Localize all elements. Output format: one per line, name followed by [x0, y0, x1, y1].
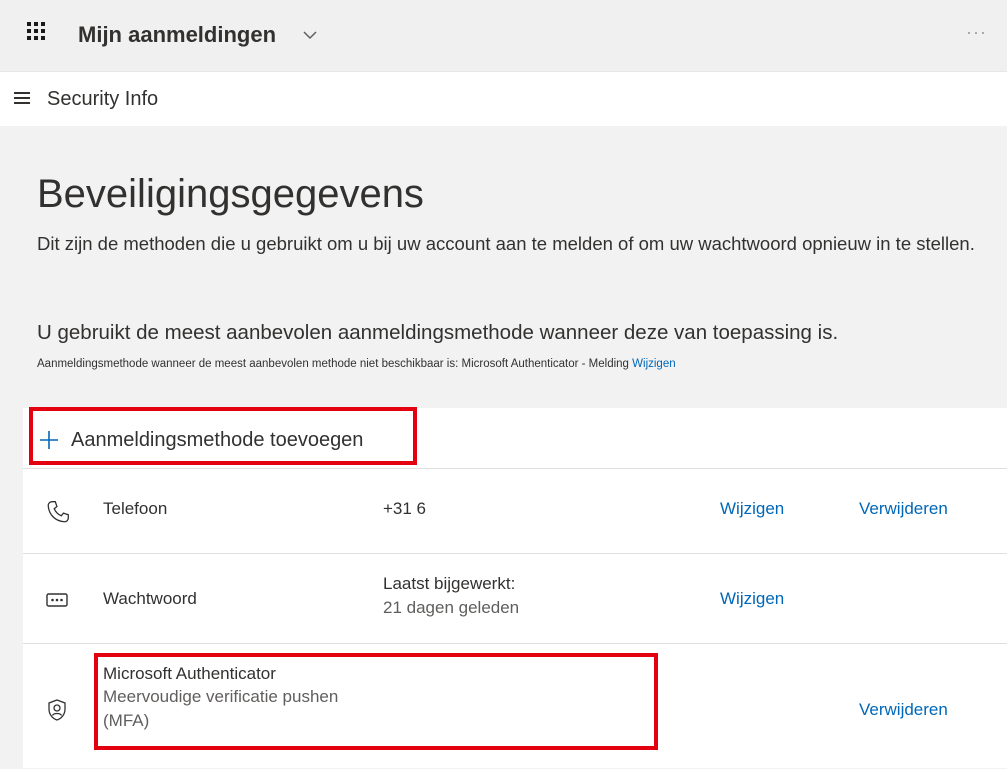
delete-phone-link[interactable]: Verwijderen	[859, 499, 948, 519]
change-phone-link[interactable]: Wijzigen	[720, 499, 784, 519]
method-row-phone: Telefoon +31 6 Wijzigen Verwijderen	[23, 468, 1007, 554]
method-name: Microsoft Authenticator	[103, 664, 276, 683]
app-launcher-icon[interactable]	[27, 22, 47, 42]
method-row-authenticator: Microsoft Authenticator Meervoudige veri…	[23, 643, 1007, 769]
last-updated-label: Laatst bijgewerkt:	[383, 574, 516, 593]
delete-authenticator-link[interactable]: Verwijderen	[859, 700, 948, 720]
method-description-suffix: (MFA)	[103, 711, 150, 730]
phone-number: +31 6	[383, 499, 427, 518]
method-row-password: Wachtwoord Laatst bijgewerkt: 21 dagen g…	[23, 553, 1007, 644]
chevron-down-icon[interactable]	[302, 28, 318, 42]
app-title[interactable]: Mijn aanmeldingen	[78, 22, 276, 48]
method-description: Meervoudige verificatie pushen	[103, 687, 339, 706]
password-icon	[46, 593, 68, 607]
last-updated-value: 21 dagen geleden	[383, 598, 520, 617]
method-name: Telefoon	[103, 499, 168, 518]
method-name: Wachtwoord	[103, 589, 197, 608]
add-method-button[interactable]: Aanmeldingsmethode toevoegen	[39, 422, 363, 458]
hamburger-menu-icon[interactable]	[14, 92, 30, 106]
fallback-method-text: Aanmeldingsmethode wanneer de meest aanb…	[37, 358, 676, 370]
plus-icon	[40, 431, 58, 449]
change-password-link[interactable]: Wijzigen	[720, 589, 784, 609]
more-options-icon[interactable]: ···	[966, 22, 987, 43]
phone-icon	[47, 501, 69, 523]
top-bar: Mijn aanmeldingen ···	[0, 0, 1007, 72]
fallback-method-label: Aanmeldingsmethode wanneer de meest aanb…	[37, 358, 633, 370]
recommendation-text: U gebruikt de meest aanbevolen aanmeldin…	[37, 321, 839, 344]
page-title: Beveiligingsgegevens	[37, 172, 424, 216]
page-description: Dit zijn de methoden die u gebruikt om u…	[37, 233, 975, 254]
methods-card: Aanmeldingsmethode toevoegen Telefoon +3…	[23, 408, 1007, 768]
add-method-label: Aanmeldingsmethode toevoegen	[71, 428, 364, 451]
sub-bar: Security Info	[0, 72, 1007, 126]
authenticator-icon	[48, 699, 66, 721]
section-title: Security Info	[47, 88, 159, 110]
change-fallback-link[interactable]: Wijzigen	[632, 358, 675, 370]
